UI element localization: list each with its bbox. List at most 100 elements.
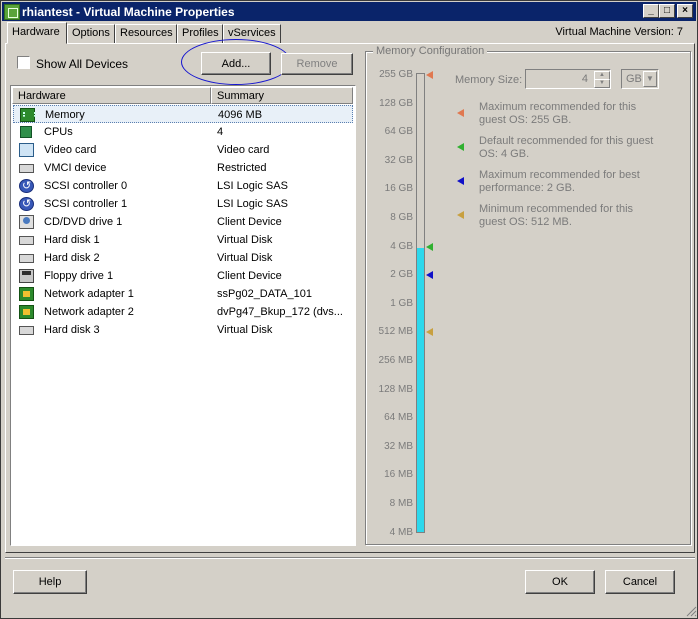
scsi-controller-icon [19, 197, 34, 211]
memory-scale-label: 8 MB [389, 498, 413, 509]
memory-recommendation-marker [426, 242, 433, 251]
memory-size-spin-down[interactable]: ▼ [594, 79, 610, 88]
table-row[interactable]: SCSI controller 1 LSI Logic SAS [13, 195, 353, 213]
row-hardware-name: CPUs [44, 126, 73, 138]
row-summary: Video card [217, 144, 270, 156]
legend-text: Maximum recommended for this guest OS: 2… [479, 101, 637, 126]
legend-text: Default recommended for this guest OS: 4… [479, 135, 654, 160]
network-adapter-icon [19, 305, 34, 319]
cancel-button[interactable]: Cancel [605, 570, 675, 594]
row-hardware-name: Network adapter 1 [44, 288, 134, 300]
row-hardware-name: Hard disk 1 [44, 234, 100, 246]
tab-hardware[interactable]: Hardware [7, 22, 67, 44]
table-row[interactable]: Hard disk 3 Virtual Disk [13, 321, 353, 339]
row-hardware-name: Network adapter 2 [44, 306, 134, 318]
row-hardware-name: SCSI controller 1 [44, 198, 128, 210]
row-hardware-name: Memory [45, 109, 85, 121]
ok-button[interactable]: OK [525, 570, 595, 594]
cpu-icon [20, 126, 32, 138]
row-hardware-name: CD/DVD drive 1 [44, 216, 123, 228]
footer-divider [5, 557, 695, 559]
maximize-button[interactable]: □ [659, 4, 675, 18]
memory-scale-label: 2 GB [390, 269, 413, 281]
tab-resources[interactable]: Resources [115, 24, 177, 43]
row-summary: Client Device [217, 216, 282, 228]
row-hardware-name: Hard disk 2 [44, 252, 100, 264]
legend-marker-icon [457, 109, 464, 117]
show-all-devices-label: Show All Devices [36, 57, 129, 71]
help-button[interactable]: Help [13, 570, 87, 594]
minimize-button[interactable]: _ [643, 4, 659, 18]
row-summary: Virtual Disk [217, 234, 273, 246]
add-button-highlight-circle [181, 39, 291, 85]
table-row[interactable]: Hard disk 1 Virtual Disk [13, 231, 353, 249]
legend-marker-icon [457, 177, 464, 185]
memory-scale-label: 64 MB [384, 412, 413, 424]
row-hardware-name: VMCI device [44, 162, 107, 174]
row-summary: Virtual Disk [217, 324, 273, 336]
memory-scale-label: 64 GB [384, 126, 413, 138]
row-summary: ssPg02_DATA_101 [217, 288, 312, 300]
table-row[interactable]: Memory 4096 MB [13, 105, 353, 123]
memory-scale-fill [417, 247, 424, 532]
table-row[interactable]: Network adapter 2 dvPg47_Bkup_172 (dvs... [13, 303, 353, 321]
hardware-list: Hardware Summary Memory 4096 MB CPUs 4 Video… [10, 85, 356, 546]
memory-scale-label: 32 MB [384, 440, 413, 452]
hard-disk-icon [19, 254, 34, 263]
legend-marker-icon [457, 143, 464, 151]
memory-scale-label: 512 MB [378, 326, 413, 338]
memory-scale-label: 256 MB [378, 355, 413, 366]
table-row[interactable]: Hard disk 2 Virtual Disk [13, 249, 353, 267]
vm-app-icon [4, 3, 20, 20]
legend-text: Minimum recommended for this guest OS: 5… [479, 203, 634, 228]
resize-grip-icon[interactable] [685, 605, 697, 617]
show-all-devices-checkbox[interactable] [17, 56, 30, 69]
table-row[interactable]: Video card Video card [13, 141, 353, 159]
close-button[interactable]: × [677, 4, 693, 18]
memory-recommendation-marker [426, 271, 433, 280]
title-bar: rhiantest - Virtual Machine Properties _… [2, 2, 696, 21]
memory-scale-label: 4 MB [389, 526, 413, 538]
chevron-down-icon[interactable]: ▼ [643, 71, 657, 87]
legend-marker-icon [457, 211, 464, 219]
table-row[interactable]: CD/DVD drive 1 Client Device [13, 213, 353, 231]
video-card-icon [19, 143, 34, 157]
floppy-drive-icon [19, 269, 34, 283]
memory-size-label: Memory Size: [455, 74, 523, 86]
row-summary: LSI Logic SAS [217, 198, 288, 210]
column-header-summary[interactable]: Summary [211, 87, 353, 104]
vm-properties-window: rhiantest - Virtual Machine Properties _… [0, 0, 698, 619]
row-hardware-name: Hard disk 3 [44, 324, 100, 336]
scsi-controller-icon [19, 179, 34, 193]
memory-recommendation-marker [426, 71, 433, 79]
vmci-device-icon [19, 164, 34, 173]
network-adapter-icon [19, 287, 34, 301]
memory-scale-label: 16 MB [384, 469, 413, 481]
memory-scale-label: 1 GB [390, 297, 413, 309]
tab-options[interactable]: Options [67, 24, 115, 43]
table-row[interactable]: Floppy drive 1 Client Device [13, 267, 353, 285]
memory-scale-bar[interactable] [416, 73, 425, 533]
memory-recommendation-marker [426, 328, 433, 337]
remove-button[interactable]: Remove [281, 53, 353, 75]
memory-scale-label: 128 GB [379, 97, 413, 109]
vm-version-label: Virtual Machine Version: 7 [555, 26, 683, 38]
table-row[interactable]: SCSI controller 0 LSI Logic SAS [13, 177, 353, 195]
column-header-hardware[interactable]: Hardware [12, 87, 211, 104]
memory-scale-label: 8 GB [390, 212, 413, 223]
row-summary: Restricted [217, 162, 267, 174]
table-row[interactable]: CPUs 4 [13, 123, 353, 141]
memory-scale-label: 255 GB [379, 69, 413, 80]
memory-icon [20, 108, 36, 122]
row-hardware-name: SCSI controller 0 [44, 180, 128, 192]
memory-scale-label: 4 GB [390, 240, 413, 252]
hard-disk-icon [19, 236, 34, 245]
row-summary: Virtual Disk [217, 252, 273, 264]
row-summary: LSI Logic SAS [217, 180, 288, 192]
row-summary: Client Device [217, 270, 282, 282]
row-summary: 4 [217, 126, 224, 138]
table-row[interactable]: VMCI device Restricted [13, 159, 353, 177]
table-row[interactable]: Network adapter 1 ssPg02_DATA_101 [13, 285, 353, 303]
memory-scale-label: 32 GB [384, 154, 413, 166]
legend-text: Maximum recommended for best performance… [479, 169, 640, 194]
